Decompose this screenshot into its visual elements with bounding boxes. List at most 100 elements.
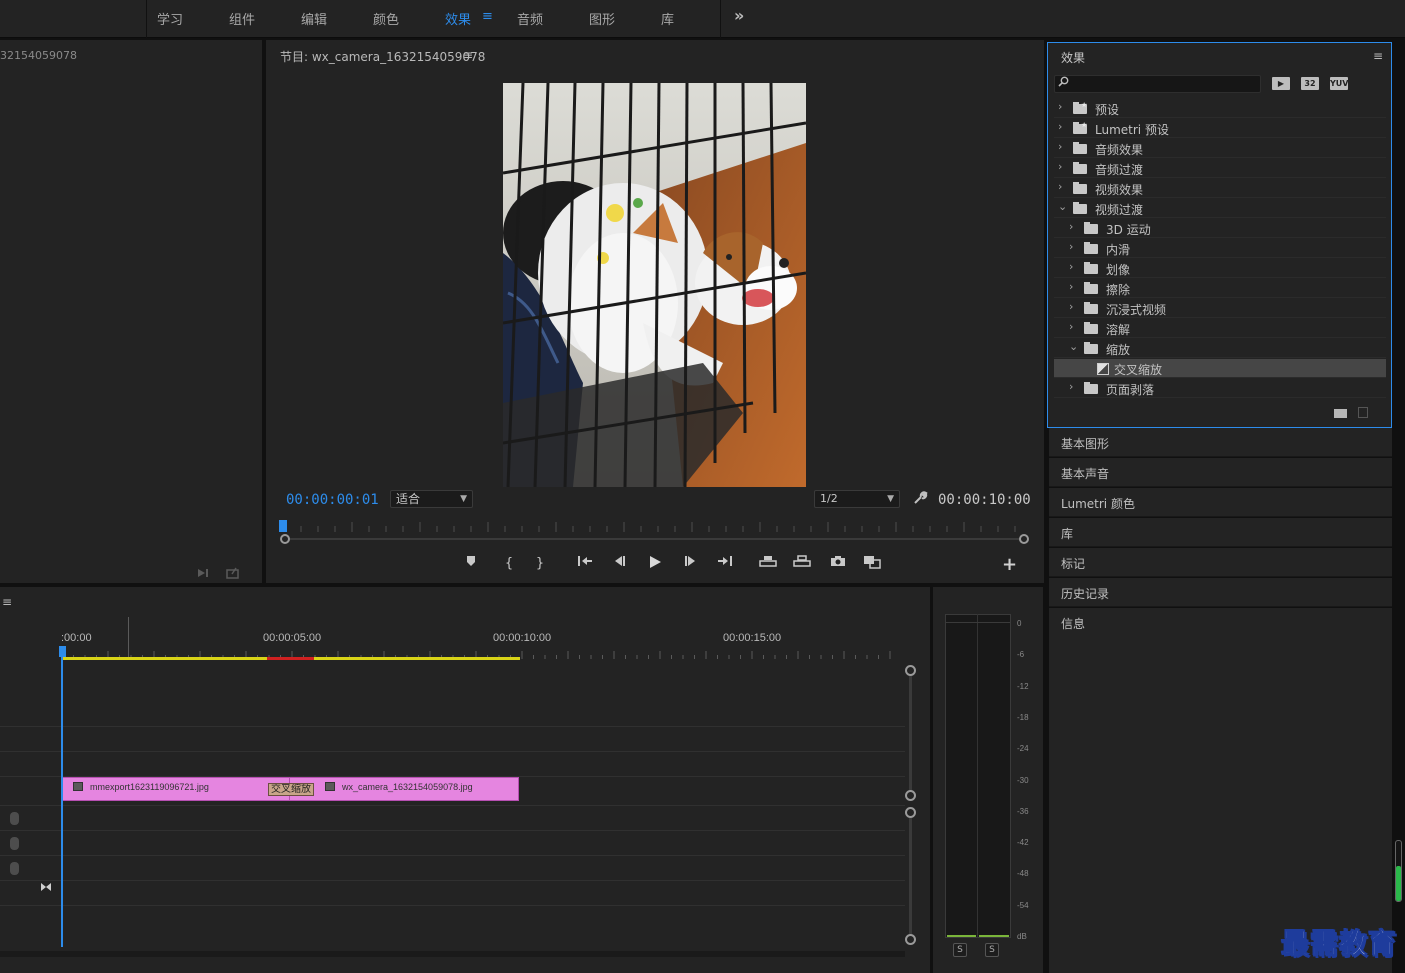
panel-essential-graphics[interactable]: 基本图形: [1049, 428, 1392, 457]
master-track-bowtie-icon[interactable]: [40, 882, 52, 895]
effects-tree-row[interactable]: › 溶解: [1054, 319, 1386, 338]
timeline-horizontal-scrollbar[interactable]: [0, 951, 905, 957]
chevron-right-icon[interactable]: ›: [1058, 120, 1062, 133]
chevron-right-icon[interactable]: ›: [1058, 100, 1062, 113]
video-tracks-scrollbar[interactable]: [909, 675, 912, 791]
timeline-clip[interactable]: mmexport1623119096721.jpg: [62, 777, 290, 801]
panel-label: 基本图形: [1061, 437, 1110, 451]
current-timecode[interactable]: 00:00:00:01: [286, 492, 379, 508]
scroll-handle[interactable]: [905, 934, 916, 945]
effects-tree-row[interactable]: › 页面剥落: [1054, 379, 1386, 398]
fit-zoom-select[interactable]: 适合 ▼: [390, 490, 473, 508]
effects-tree-row[interactable]: › 3D 运动: [1054, 219, 1386, 238]
panel-info[interactable]: 信息: [1049, 608, 1392, 637]
32bit-effects-icon[interactable]: 32: [1301, 77, 1319, 90]
effects-search-input[interactable]: [1054, 75, 1261, 93]
effects-tree-row[interactable]: › 音频过渡: [1054, 159, 1386, 178]
clip-name: wx_camera_1632154059078.jpg: [342, 782, 473, 792]
audio-tracks-scrollbar[interactable]: [909, 818, 912, 936]
voiceover-mic-icon[interactable]: [10, 812, 19, 825]
effects-tree-row[interactable]: › 内滑: [1054, 239, 1386, 258]
play-icon[interactable]: [644, 555, 666, 573]
scrub-start-handle[interactable]: [280, 534, 290, 544]
mark-out-icon[interactable]: }: [529, 555, 551, 573]
go-to-out-icon[interactable]: [714, 555, 736, 573]
new-bin-folder-icon[interactable]: [1334, 409, 1347, 418]
timeline-clip[interactable]: wx_camera_1632154059078.jpg: [289, 777, 519, 801]
chevron-right-icon[interactable]: ›: [1069, 320, 1073, 333]
transition-cross-zoom[interactable]: 交叉缩放: [268, 783, 314, 796]
chevron-right-icon[interactable]: ›: [1058, 140, 1062, 153]
settings-wrench-icon[interactable]: [912, 490, 928, 510]
effects-tree-row[interactable]: › 视频效果: [1054, 179, 1386, 198]
lift-icon[interactable]: [757, 555, 779, 573]
panel-label: 历史记录: [1061, 587, 1110, 601]
program-time-ruler[interactable]: [280, 520, 1028, 534]
effects-tree-row[interactable]: 交叉缩放: [1054, 359, 1386, 378]
chevron-down-icon: ▼: [460, 494, 467, 504]
effects-tree-label: 视频过渡: [1095, 203, 1144, 217]
scroll-handle[interactable]: [905, 807, 916, 818]
workspace-editing[interactable]: 编辑: [301, 9, 327, 28]
yuv-effects-icon[interactable]: YUV: [1330, 77, 1348, 90]
chevron-right-icon[interactable]: ›: [1069, 280, 1073, 293]
workspace-learn[interactable]: 学习: [157, 9, 183, 28]
scrub-end-handle[interactable]: [1019, 534, 1029, 544]
workspace-menu-icon[interactable]: ≡: [482, 9, 493, 24]
chevron-right-icon[interactable]: ›: [1069, 240, 1073, 253]
step-back-icon[interactable]: [609, 555, 631, 573]
extract-icon[interactable]: [791, 555, 813, 573]
voiceover-mic-icon[interactable]: [10, 862, 19, 875]
workspace-audio[interactable]: 音频: [517, 9, 543, 28]
panel-lumetri-color[interactable]: Lumetri 颜色: [1049, 488, 1392, 517]
effects-tree-row[interactable]: › 沉浸式视频: [1054, 299, 1386, 318]
chevron-right-icon[interactable]: ›: [1069, 380, 1073, 393]
panel-essential-sound[interactable]: 基本声音: [1049, 458, 1392, 487]
chevron-right-icon[interactable]: ›: [1069, 220, 1073, 233]
accelerated-effects-icon[interactable]: ▶: [1272, 77, 1290, 90]
step-forward-icon[interactable]: [679, 555, 701, 573]
chevron-down-icon[interactable]: ⌄: [1058, 200, 1067, 213]
solo-button-left[interactable]: S: [953, 943, 967, 957]
chevron-right-icon[interactable]: ›: [1058, 180, 1062, 193]
scroll-handle[interactable]: [905, 665, 916, 676]
timeline-menu-icon[interactable]: ≡: [2, 595, 12, 609]
workspace-effects[interactable]: 效果: [445, 9, 471, 28]
effects-panel-title[interactable]: 效果: [1061, 49, 1085, 66]
effects-tree-row[interactable]: › 擦除: [1054, 279, 1386, 298]
program-menu-icon[interactable]: ≡: [463, 48, 473, 62]
button-editor-icon[interactable]: +: [1002, 554, 1017, 575]
workspace-graphics[interactable]: 图形: [589, 9, 615, 28]
effects-tree-row[interactable]: ⌄ 缩放: [1054, 339, 1386, 358]
panel-libraries[interactable]: 库: [1049, 518, 1392, 547]
workspace-assembly[interactable]: 组件: [229, 9, 255, 28]
effects-tree-row[interactable]: › ★ 预设: [1054, 99, 1386, 118]
chevron-right-icon[interactable]: ›: [1058, 160, 1062, 173]
comparison-view-icon[interactable]: [861, 555, 883, 573]
mark-in-icon[interactable]: {: [498, 555, 520, 573]
effects-menu-icon[interactable]: ≡: [1373, 49, 1383, 63]
delete-trash-icon[interactable]: [1358, 407, 1368, 418]
effects-tree-row[interactable]: › 音频效果: [1054, 139, 1386, 158]
playback-resolution-select[interactable]: 1/2 ▼: [814, 490, 900, 508]
go-to-in-icon[interactable]: [574, 555, 596, 573]
export-frame-icon[interactable]: [827, 555, 849, 573]
scroll-handle[interactable]: [905, 790, 916, 801]
effects-tree-row[interactable]: ⌄ 视频过渡: [1054, 199, 1386, 218]
add-marker-icon[interactable]: [460, 555, 482, 573]
panel-history[interactable]: 历史记录: [1049, 578, 1392, 607]
voiceover-mic-icon[interactable]: [10, 837, 19, 850]
program-playhead[interactable]: [279, 520, 287, 532]
effects-tree-row[interactable]: › ★ Lumetri 预设: [1054, 119, 1386, 138]
chevron-right-icon[interactable]: ›: [1069, 300, 1073, 313]
workspace-libraries[interactable]: 库: [661, 9, 674, 28]
chevron-down-icon[interactable]: ⌄: [1069, 340, 1078, 353]
more-workspaces-icon[interactable]: »: [734, 6, 744, 25]
program-scrub-bar[interactable]: [284, 538, 1026, 540]
chevron-right-icon[interactable]: ›: [1069, 260, 1073, 273]
solo-button-right[interactable]: S: [985, 943, 999, 957]
workspace-color[interactable]: 颜色: [373, 9, 399, 28]
timeline-playhead[interactable]: [61, 647, 63, 947]
panel-markers[interactable]: 标记: [1049, 548, 1392, 577]
effects-tree-row[interactable]: › 划像: [1054, 259, 1386, 278]
